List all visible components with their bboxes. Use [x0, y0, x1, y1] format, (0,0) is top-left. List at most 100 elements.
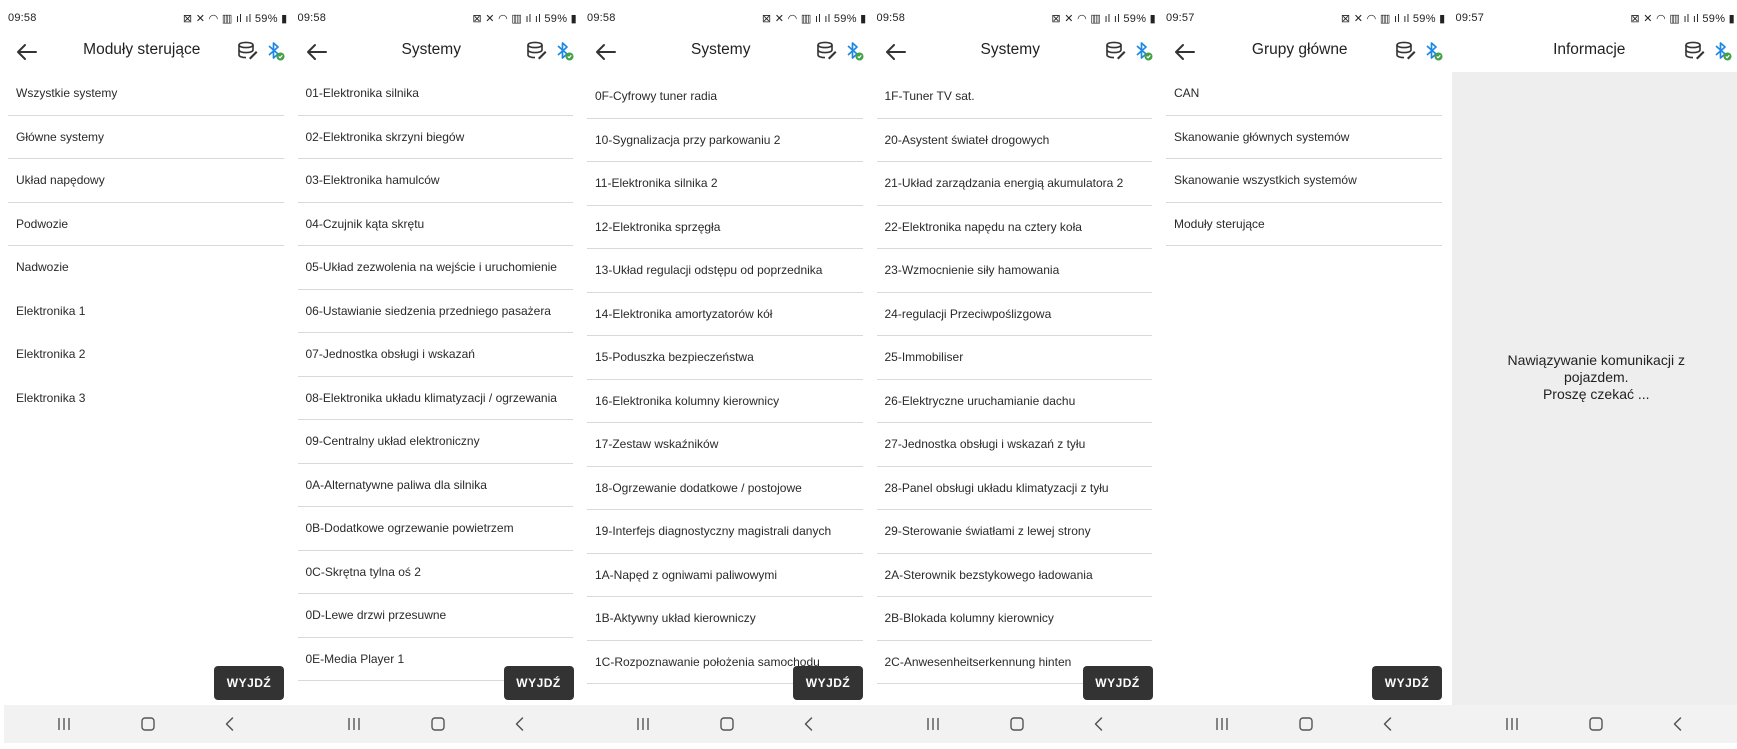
- home-icon[interactable]: [1298, 716, 1314, 732]
- app-bar: Moduły sterujące: [4, 34, 294, 70]
- battery-icon: ▮: [1435, 13, 1446, 25]
- nav-back-icon[interactable]: [1380, 716, 1396, 732]
- back-arrow-icon[interactable]: [883, 40, 909, 64]
- status-symbols-icon: ⊠ ✕ ◠ ▥ ıl ıl: [1630, 13, 1703, 25]
- back-arrow-icon[interactable]: [593, 40, 619, 64]
- nav-back-icon[interactable]: [222, 716, 238, 732]
- list-item[interactable]: 1A-Napęd z ogniwami paliwowymi: [587, 554, 863, 597]
- back-arrow-icon[interactable]: [14, 40, 40, 64]
- list-item[interactable]: 25-Immobiliser: [876, 336, 1152, 380]
- list-item[interactable]: 11-Elektronika silnika 2: [587, 162, 863, 206]
- recent-apps-icon[interactable]: [925, 716, 941, 732]
- list-item[interactable]: Skanowanie głównych systemów: [1166, 116, 1442, 159]
- database-edit-icon[interactable]: [1394, 40, 1416, 62]
- list-item[interactable]: 04-Czujnik kąta skrętu: [297, 203, 573, 246]
- back-arrow-icon[interactable]: [304, 40, 330, 64]
- list-item[interactable]: 15-Poduszka bezpieczeństwa: [587, 336, 863, 380]
- list-item[interactable]: Elektronika 3: [8, 377, 284, 421]
- list-item[interactable]: 16-Elektronika kolumny kierownicy: [587, 380, 863, 423]
- nav-back-icon[interactable]: [801, 716, 817, 732]
- list-item[interactable]: 12-Elektronika sprzęgła: [587, 206, 863, 249]
- bluetooth-connected-icon[interactable]: [1711, 40, 1733, 62]
- status-icons: ⊠ ✕ ◠ ▥ ıl ıl 59% ▮: [1341, 12, 1446, 25]
- database-edit-icon[interactable]: [525, 40, 547, 62]
- list-item[interactable]: Elektronika 2: [8, 333, 284, 377]
- list-item[interactable]: 24-regulacji Przeciwpoślizgowa: [876, 293, 1152, 336]
- list-item[interactable]: 26-Elektryczne uruchamianie dachu: [876, 380, 1152, 423]
- list-item[interactable]: 1F-Tuner TV sat.: [876, 75, 1152, 119]
- recent-apps-icon[interactable]: [346, 716, 362, 732]
- list-item[interactable]: 05-Układ zezwolenia na wejście i uruchom…: [297, 246, 573, 290]
- list-item[interactable]: 01-Elektronika silnika: [297, 72, 573, 116]
- list-item[interactable]: 21-Układ zarządzania energią akumulatora…: [876, 162, 1152, 206]
- list-item[interactable]: 09-Centralny układ elektroniczny: [297, 420, 573, 464]
- exit-button[interactable]: WYJDŹ: [1372, 666, 1442, 700]
- home-icon[interactable]: [1588, 716, 1604, 732]
- home-icon[interactable]: [719, 716, 735, 732]
- bluetooth-connected-icon[interactable]: [843, 40, 865, 62]
- list-item[interactable]: 23-Wzmocnienie siły hamowania: [876, 249, 1152, 293]
- nav-back-icon[interactable]: [512, 716, 528, 732]
- list-item[interactable]: 19-Interfejs diagnostyczny magistrali da…: [587, 510, 863, 554]
- list-item[interactable]: Wszystkie systemy: [8, 72, 284, 116]
- database-edit-icon[interactable]: [815, 40, 837, 62]
- list-item[interactable]: 10-Sygnalizacja przy parkowaniu 2: [587, 119, 863, 162]
- list-item[interactable]: Układ napędowy: [8, 159, 284, 203]
- home-icon[interactable]: [140, 716, 156, 732]
- list-item[interactable]: 27-Jednostka obsługi i wskazań z tyłu: [876, 423, 1152, 467]
- list-item[interactable]: 17-Zestaw wskaźników: [587, 423, 863, 467]
- list-item[interactable]: 0A-Alternatywne paliwa dla silnika: [297, 464, 573, 507]
- status-time: 09:58: [587, 12, 616, 24]
- list-item[interactable]: 0F-Cyfrowy tuner radia: [587, 75, 863, 119]
- list-item[interactable]: 22-Elektronika napędu na cztery koła: [876, 206, 1152, 249]
- status-icons: ⊠ ✕ ◠ ▥ ıl ıl 59% ▮: [762, 12, 867, 25]
- list-item[interactable]: 2A-Sterownik bezstykowego ładowania: [876, 554, 1152, 597]
- list-item[interactable]: Główne systemy: [8, 116, 284, 159]
- list-item[interactable]: 20-Asystent świateł drogowych: [876, 119, 1152, 162]
- list-item[interactable]: 29-Sterowanie światłami z lewej strony: [876, 510, 1152, 554]
- list-item[interactable]: 03-Elektronika hamulców: [297, 159, 573, 203]
- list-item[interactable]: 07-Jednostka obsługi i wskazań: [297, 333, 573, 377]
- list-item[interactable]: 28-Panel obsługi układu klimatyzacji z t…: [876, 467, 1152, 510]
- list-item[interactable]: 0C-Skrętna tylna oś 2: [297, 551, 573, 594]
- exit-button[interactable]: WYJDŹ: [1082, 666, 1153, 700]
- list-item[interactable]: 18-Ogrzewanie dodatkowe / postojowe: [587, 467, 863, 510]
- list-item[interactable]: Elektronika 1: [8, 290, 284, 334]
- recent-apps-icon[interactable]: [635, 716, 651, 732]
- list-item[interactable]: Nadwozie: [8, 246, 284, 290]
- recent-apps-icon[interactable]: [1214, 716, 1230, 732]
- list-item[interactable]: Podwozie: [8, 203, 284, 246]
- recent-apps-icon[interactable]: [1504, 716, 1520, 732]
- exit-button[interactable]: WYJDŹ: [214, 666, 284, 700]
- phone-screen: 09:58 ⊠ ✕ ◠ ▥ ıl ıl 59% ▮ Systemy 1F-Tuner …: [872, 0, 1162, 749]
- database-edit-icon[interactable]: [236, 40, 258, 62]
- home-icon[interactable]: [430, 716, 446, 732]
- list-item[interactable]: 0B-Dodatkowe ogrzewanie powietrzem: [297, 507, 573, 551]
- list-item[interactable]: 13-Układ regulacji odstępu od poprzednik…: [587, 249, 863, 293]
- nav-back-icon[interactable]: [1091, 716, 1107, 732]
- exit-button[interactable]: WYJDŹ: [793, 666, 863, 700]
- app-bar: Grupy główne: [1162, 34, 1452, 70]
- bluetooth-connected-icon[interactable]: [553, 40, 575, 62]
- list-item[interactable]: 2B-Blokada kolumny kierownicy: [876, 597, 1152, 641]
- message-line: pojazdem.: [1563, 369, 1629, 385]
- bluetooth-connected-icon[interactable]: [1132, 40, 1154, 62]
- back-arrow-icon[interactable]: [1172, 40, 1198, 64]
- nav-back-icon[interactable]: [1670, 716, 1686, 732]
- list-item[interactable]: 14-Elektronika amortyzatorów kół: [587, 293, 863, 336]
- database-edit-icon[interactable]: [1104, 40, 1126, 62]
- home-icon[interactable]: [1009, 716, 1025, 732]
- recent-apps-icon[interactable]: [56, 716, 72, 732]
- exit-button[interactable]: WYJDŹ: [503, 666, 574, 700]
- database-edit-icon[interactable]: [1683, 40, 1705, 62]
- list-item[interactable]: 02-Elektronika skrzyni biegów: [297, 116, 573, 159]
- bluetooth-connected-icon[interactable]: [264, 40, 286, 62]
- bluetooth-connected-icon[interactable]: [1422, 40, 1444, 62]
- list-item[interactable]: 0D-Lewe drzwi przesuwne: [297, 594, 573, 638]
- list-item[interactable]: 06-Ustawianie siedzenia przedniego pasaż…: [297, 290, 573, 333]
- list-item[interactable]: Moduły sterujące: [1166, 203, 1442, 246]
- list-item[interactable]: 1B-Aktywny układ kierowniczy: [587, 597, 863, 641]
- list-item[interactable]: 08-Elektronika układu klimatyzacji / ogr…: [297, 377, 573, 420]
- list-item[interactable]: Skanowanie wszystkich systemów: [1166, 159, 1442, 203]
- list-item[interactable]: CAN: [1166, 72, 1442, 116]
